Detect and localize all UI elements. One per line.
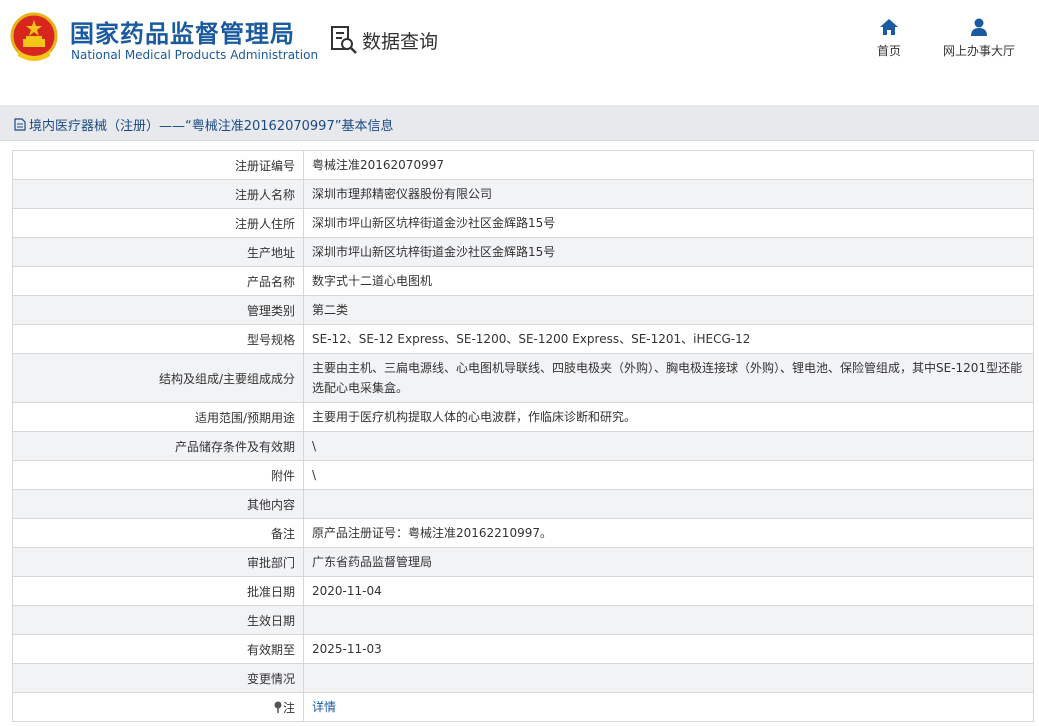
row-label: 管理类别 (12, 295, 304, 325)
breadcrumb: 境内医疗器械（注册）——“粤械注准20162070997”基本信息 (14, 115, 393, 134)
data-query-label: 数据查询 (362, 30, 439, 53)
row-value: 详情 (303, 692, 1034, 722)
breadcrumb-bar: 境内医疗器械（注册）——“粤械注准20162070997”基本信息 (0, 105, 1039, 141)
row-value: 主要用于医疗机构提取人体的心电波群，作临床诊断和研究。 (303, 402, 1034, 432)
document-icon (14, 118, 26, 131)
table-row: 生产地址 深圳市坪山新区坑梓街道金沙社区金辉路15号 (12, 237, 1034, 267)
row-value (303, 489, 1034, 519)
row-value: 数字式十二道心电图机 (303, 266, 1034, 296)
row-label: 批准日期 (12, 576, 304, 606)
row-label: 变更情况 (12, 663, 304, 693)
row-label: 适用范围/预期用途 (12, 402, 304, 432)
table-row: 产品储存条件及有效期 \ (12, 431, 1034, 461)
row-label: 结构及组成/主要组成成分 (12, 353, 304, 403)
breadcrumb-text: 境内医疗器械（注册）——“粤械注准20162070997”基本信息 (29, 119, 394, 134)
table-row: 生效日期 (12, 605, 1034, 635)
row-value: 广东省药品监督管理局 (303, 547, 1034, 577)
table-row: 适用范围/预期用途 主要用于医疗机构提取人体的心电波群，作临床诊断和研究。 (12, 402, 1034, 432)
national-emblem-icon (10, 12, 58, 61)
row-label: 产品名称 (12, 266, 304, 296)
row-label: 生产地址 (12, 237, 304, 267)
site-subtitle: National Medical Products Administration (71, 48, 319, 62)
row-value: 深圳市理邦精密仪器股份有限公司 (303, 179, 1034, 209)
row-label: 型号规格 (12, 324, 304, 354)
pin-icon (274, 701, 282, 713)
row-label: 审批部门 (12, 547, 304, 577)
site-title: 国家药品监督管理局 (70, 20, 295, 48)
row-value: 2025-11-03 (303, 634, 1034, 664)
row-value: 深圳市坪山新区坑梓街道金沙社区金辉路15号 (303, 208, 1034, 238)
table-row: 注册人住所 深圳市坪山新区坑梓街道金沙社区金辉路15号 (12, 208, 1034, 238)
user-icon (971, 18, 987, 36)
search-document-icon (331, 26, 357, 54)
table-row: 注册人名称 深圳市理邦精密仪器股份有限公司 (12, 179, 1034, 209)
nav-home[interactable]: 首页 (868, 18, 910, 59)
row-value: 粤械注准20162070997 (303, 150, 1034, 180)
row-value: 深圳市坪山新区坑梓街道金沙社区金辉路15号 (303, 237, 1034, 267)
row-value (303, 663, 1034, 693)
row-label: 附件 (12, 460, 304, 490)
note-row-label: 注 (12, 692, 304, 722)
nav-online-office[interactable]: 网上办事大厅 (938, 18, 1020, 59)
table-row: 型号规格 SE-12、SE-12 Express、SE-1200、SE-1200… (12, 324, 1034, 354)
row-value (303, 605, 1034, 635)
row-value: 原产品注册证号：粤械注准20162210997。 (303, 518, 1034, 548)
row-label: 备注 (12, 518, 304, 548)
row-label: 注 (282, 700, 295, 715)
row-label: 产品储存条件及有效期 (12, 431, 304, 461)
table-row: 审批部门 广东省药品监督管理局 (12, 547, 1034, 577)
table-row: 有效期至 2025-11-03 (12, 634, 1034, 664)
row-value: 2020-11-04 (303, 576, 1034, 606)
table-row: 其他内容 (12, 489, 1034, 519)
row-label: 生效日期 (12, 605, 304, 635)
home-icon (880, 19, 898, 35)
table-row: 注 详情 (12, 692, 1034, 722)
row-label: 其他内容 (12, 489, 304, 519)
row-label: 有效期至 (12, 634, 304, 664)
row-value: SE-12、SE-12 Express、SE-1200、SE-1200 Expr… (303, 324, 1034, 354)
details-link[interactable]: 详情 (312, 700, 336, 714)
table-row: 结构及组成/主要组成成分 主要由主机、三扁电源线、心电图机导联线、四肢电极夹（外… (12, 353, 1034, 403)
table-row: 批准日期 2020-11-04 (12, 576, 1034, 606)
table-row: 注册证编号 粤械注准20162070997 (12, 150, 1034, 180)
row-label: 注册人名称 (12, 179, 304, 209)
site-header: 国家药品监督管理局 National Medical Products Admi… (0, 0, 1039, 92)
device-info-table: 注册证编号 粤械注准20162070997 注册人名称 深圳市理邦精密仪器股份有… (12, 150, 1034, 722)
row-value: 主要由主机、三扁电源线、心电图机导联线、四肢电极夹（外购）、胸电极连接球（外购）… (303, 353, 1034, 403)
row-value: 第二类 (303, 295, 1034, 325)
nav-online-office-label: 网上办事大厅 (942, 44, 1015, 58)
row-value: \ (303, 460, 1034, 490)
table-row: 附件 \ (12, 460, 1034, 490)
nav-home-label: 首页 (876, 44, 901, 58)
table-row: 管理类别 第二类 (12, 295, 1034, 325)
row-value: \ (303, 431, 1034, 461)
table-row: 备注 原产品注册证号：粤械注准20162210997。 (12, 518, 1034, 548)
data-query-title: 数据查询 (330, 24, 438, 56)
table-row: 产品名称 数字式十二道心电图机 (12, 266, 1034, 296)
row-label: 注册人住所 (12, 208, 304, 238)
row-label: 注册证编号 (12, 150, 304, 180)
table-row: 变更情况 (12, 663, 1034, 693)
